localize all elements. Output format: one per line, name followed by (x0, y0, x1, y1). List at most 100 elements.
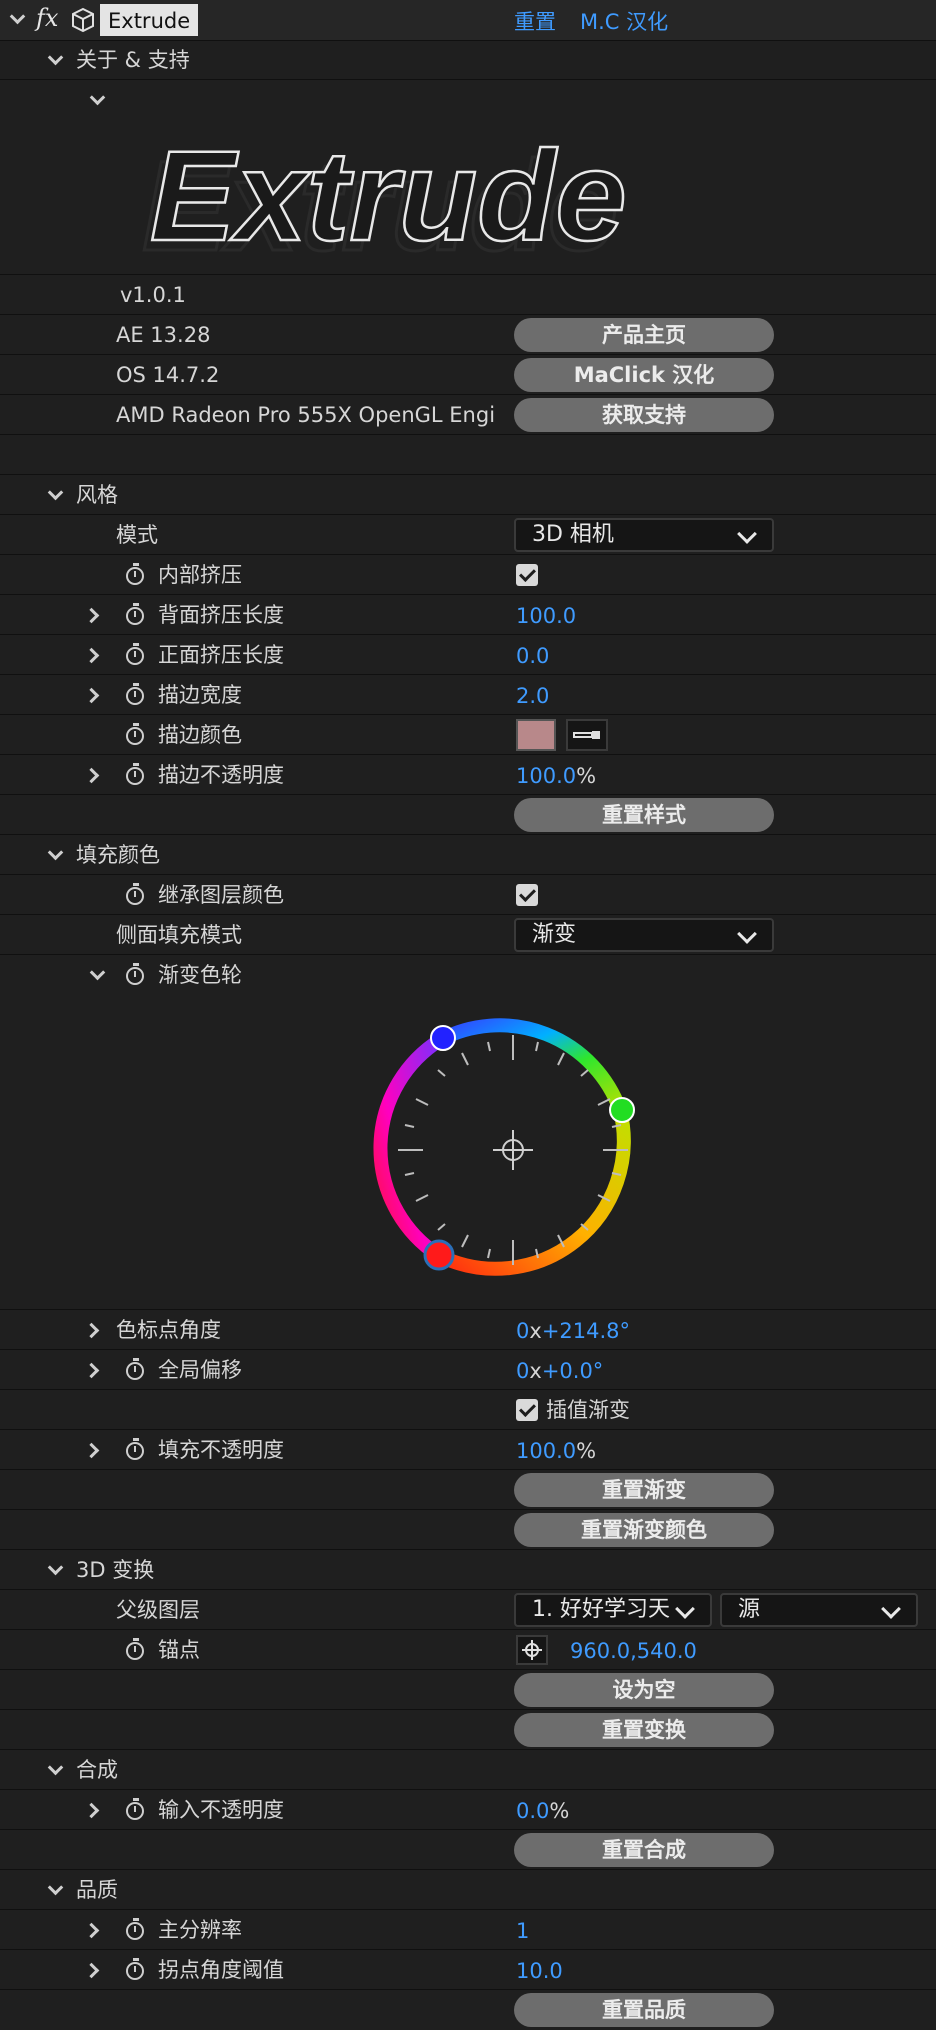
stopwatch-icon[interactable] (126, 1798, 144, 1820)
fx-icon[interactable]: fx (36, 4, 58, 32)
reset-quality-button[interactable]: 重置品质 (514, 1993, 774, 2027)
stopwatch-icon[interactable] (126, 643, 144, 665)
cube-icon (72, 7, 94, 33)
chevron-right-icon[interactable] (83, 767, 100, 784)
chevron-down-icon[interactable] (47, 1759, 64, 1776)
stopwatch-icon[interactable] (126, 1638, 144, 1660)
chevron-down-icon[interactable] (47, 1559, 64, 1576)
reset-composite-button[interactable]: 重置合成 (514, 1833, 774, 1867)
stopwatch-icon[interactable] (126, 883, 144, 905)
color-stop-blue[interactable] (430, 1025, 456, 1051)
gradient-wheel-row: 渐变色轮 (0, 955, 936, 1310)
set-null-button[interactable]: 设为空 (514, 1673, 774, 1707)
stroke-opacity-label: 描边不透明度 (158, 763, 284, 787)
chevron-right-icon[interactable] (83, 1962, 100, 1979)
collapse-effect-chevron-icon[interactable] (9, 8, 26, 25)
stroke-color-swatch[interactable] (516, 719, 556, 751)
gradient-color-wheel[interactable] (368, 1005, 658, 1295)
chevron-right-icon[interactable] (83, 687, 100, 704)
group-about[interactable]: 关于 & 支持 (0, 40, 936, 80)
fill-opacity-value[interactable]: 100.0% (516, 1430, 596, 1470)
chevron-down-icon[interactable] (89, 89, 106, 106)
fill-opacity-row: 填充不透明度 100.0% (0, 1430, 936, 1470)
stopwatch-icon[interactable] (126, 603, 144, 625)
chevron-right-icon[interactable] (83, 607, 100, 624)
chevron-right-icon[interactable] (83, 1322, 100, 1339)
maclick-button[interactable]: MaClick 汉化 (514, 358, 774, 392)
chevron-down-icon[interactable] (47, 484, 64, 501)
chevron-down-icon[interactable] (47, 49, 64, 66)
marker-angle-value[interactable]: 0x+214.8° (516, 1310, 630, 1350)
mode-dropdown[interactable]: 3D 相机 (514, 518, 774, 552)
front-length-value[interactable]: 0.0 (516, 635, 549, 675)
chevron-down-icon[interactable] (89, 964, 106, 981)
group-quality[interactable]: 品质 (0, 1870, 936, 1910)
source-dropdown[interactable]: 源 (720, 1593, 918, 1627)
group-fill[interactable]: 填充颜色 (0, 835, 936, 875)
stopwatch-icon[interactable] (126, 723, 144, 745)
interp-label[interactable]: 插值渐变 (546, 1390, 630, 1430)
version-row: v1.0.1 (0, 275, 936, 315)
chevron-right-icon[interactable] (83, 647, 100, 664)
anchor-value[interactable]: 960.0,540.0 (570, 1630, 697, 1670)
stopwatch-icon[interactable] (126, 683, 144, 705)
chevron-right-icon[interactable] (83, 1922, 100, 1939)
stopwatch-icon[interactable] (126, 1918, 144, 1940)
group-style[interactable]: 风格 (0, 475, 936, 515)
fill-opacity-label: 填充不透明度 (158, 1438, 284, 1462)
crosshair-icon[interactable] (493, 1130, 533, 1170)
mode-row: 模式 3D 相机 (0, 515, 936, 555)
localize-link[interactable]: M.C 汉化 (580, 0, 668, 40)
product-home-button[interactable]: 产品主页 (514, 318, 774, 352)
chevron-right-icon[interactable] (83, 1802, 100, 1819)
stopwatch-icon[interactable] (126, 963, 144, 985)
resolution-value[interactable]: 1 (516, 1910, 529, 1950)
stopwatch-icon[interactable] (126, 763, 144, 785)
side-fill-dropdown[interactable]: 渐变 (514, 918, 774, 952)
corner-threshold-value[interactable]: 10.0 (516, 1950, 563, 1990)
parent-layer-dropdown[interactable]: 1. 好好学习天 (514, 1593, 712, 1627)
stopwatch-icon[interactable] (126, 563, 144, 585)
ae-row: AE 13.28 产品主页 (0, 315, 936, 355)
target-icon[interactable] (516, 1635, 548, 1665)
color-stop-green[interactable] (609, 1097, 635, 1123)
gradient-wheel-label: 渐变色轮 (158, 963, 242, 987)
stopwatch-icon[interactable] (126, 1438, 144, 1460)
group-composite[interactable]: 合成 (0, 1750, 936, 1790)
reset-link[interactable]: 重置 (514, 0, 556, 40)
group-transform[interactable]: 3D 变换 (0, 1550, 936, 1590)
stroke-width-row: 描边宽度 2.0 (0, 675, 936, 715)
inherit-color-checkbox[interactable] (516, 884, 538, 906)
interp-checkbox[interactable] (516, 1399, 538, 1421)
chevron-down-icon[interactable] (47, 844, 64, 861)
color-stop-red[interactable] (423, 1239, 455, 1271)
stopwatch-icon[interactable] (126, 1358, 144, 1380)
reset-gradient-color-button[interactable]: 重置渐变颜色 (514, 1513, 774, 1547)
chevron-right-icon[interactable] (83, 1442, 100, 1459)
global-offset-row: 全局偏移 0x+0.0° (0, 1350, 936, 1390)
parent-layer-row: 父级图层 1. 好好学习天 源 (0, 1590, 936, 1630)
ae-version-label: AE 13.28 (116, 323, 211, 347)
stopwatch-icon[interactable] (126, 1958, 144, 1980)
marker-angle-label: 色标点角度 (116, 1318, 221, 1342)
reset-gradient-button[interactable]: 重置渐变 (514, 1473, 774, 1507)
back-length-value[interactable]: 100.0 (516, 595, 576, 635)
reset-style-button[interactable]: 重置样式 (514, 798, 774, 832)
anchor-row: 锚点 960.0,540.0 (0, 1630, 936, 1670)
reset-transform-button[interactable]: 重置变换 (514, 1713, 774, 1747)
effect-name[interactable]: Extrude (100, 4, 199, 36)
front-length-label: 正面挤压长度 (158, 643, 284, 667)
chevron-down-icon[interactable] (47, 1879, 64, 1896)
stroke-width-value[interactable]: 2.0 (516, 675, 549, 715)
global-offset-value[interactable]: 0x+0.0° (516, 1350, 603, 1390)
resolution-label: 主分辨率 (158, 1918, 242, 1942)
get-support-button[interactable]: 获取支持 (514, 398, 774, 432)
eyedropper-icon[interactable] (566, 719, 608, 751)
input-opacity-value[interactable]: 0.0% (516, 1790, 569, 1830)
mode-dropdown-value: 3D 相机 (532, 522, 614, 547)
inner-extrude-checkbox[interactable] (516, 564, 538, 586)
chevron-right-icon[interactable] (83, 1362, 100, 1379)
stroke-opacity-value[interactable]: 100.0% (516, 755, 596, 795)
reset-gradient-row: 重置渐变 (0, 1470, 936, 1510)
group-fill-title: 填充颜色 (76, 843, 160, 867)
